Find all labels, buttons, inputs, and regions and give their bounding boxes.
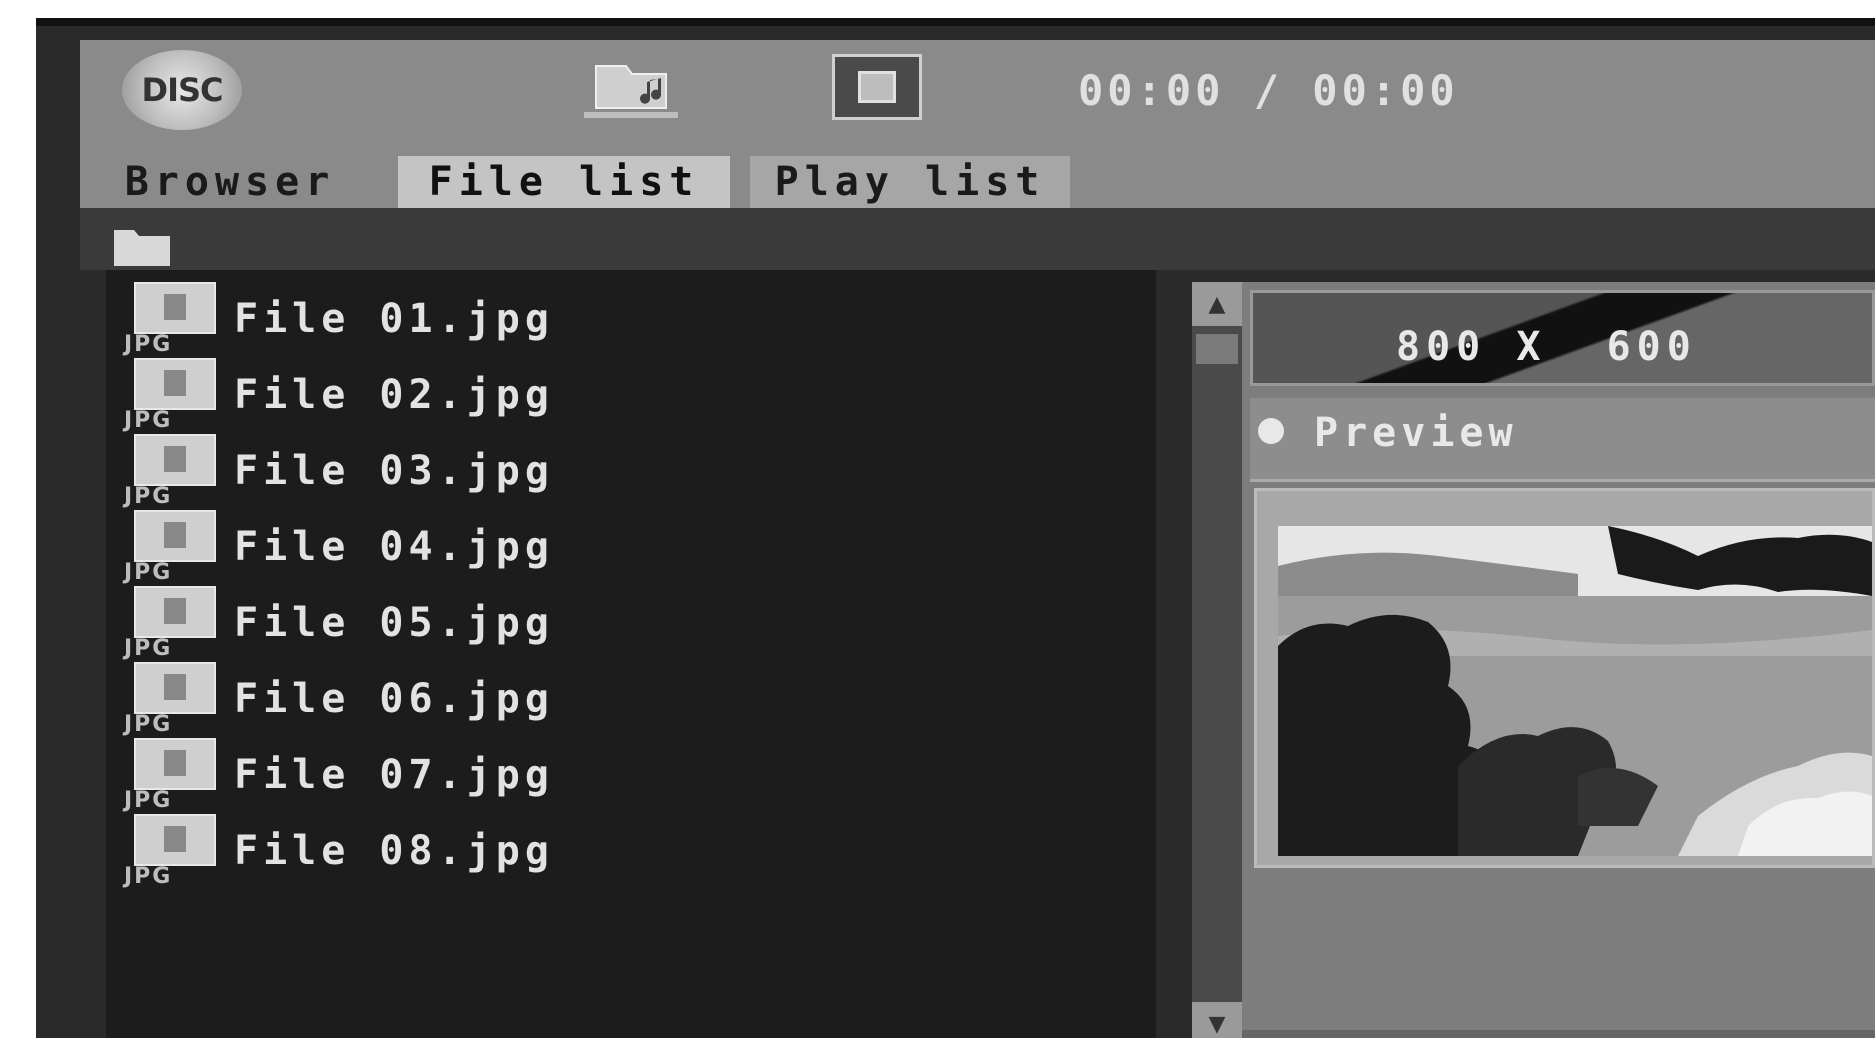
list-item[interactable]: JPG File 05.jpg — [124, 586, 1024, 662]
file-name: File 08.jpg — [234, 828, 554, 874]
disc-icon: DISC — [122, 50, 242, 130]
jpg-file-icon: JPG — [124, 586, 216, 662]
folder-icon — [114, 230, 170, 266]
list-item[interactable]: JPG File 08.jpg — [124, 814, 1024, 890]
list-item[interactable]: JPG File 02.jpg — [124, 358, 1024, 434]
preview-label: Preview — [1314, 410, 1518, 456]
jpg-file-icon: JPG — [124, 282, 216, 358]
file-type-label: JPG — [124, 408, 173, 433]
jpg-file-icon: JPG — [124, 814, 216, 890]
file-name: File 03.jpg — [234, 448, 554, 494]
tab-file-list[interactable]: File list — [398, 156, 730, 208]
player-screen: DISC 00:00 / 00:00 Browser File list Pla… — [36, 18, 1875, 1038]
file-name: File 02.jpg — [234, 372, 554, 418]
file-name: File 01.jpg — [234, 296, 554, 342]
preview-image — [1278, 526, 1872, 856]
scroll-down-arrow-icon[interactable]: ▼ — [1192, 1002, 1242, 1038]
list-item[interactable]: JPG File 07.jpg — [124, 738, 1024, 814]
jpg-file-icon: JPG — [124, 738, 216, 814]
resolution-readout: 800 X 600 — [1396, 324, 1697, 370]
list-item[interactable]: JPG File 06.jpg — [124, 662, 1024, 738]
file-type-label: JPG — [124, 636, 173, 661]
scrollbar[interactable]: ▲ ▼ — [1192, 282, 1242, 1038]
stop-icon — [858, 71, 896, 103]
top-bar — [80, 40, 1875, 170]
file-name: File 06.jpg — [234, 676, 554, 722]
jpg-file-icon: JPG — [124, 358, 216, 434]
path-bar — [80, 208, 1875, 270]
tab-bar: Browser File list Play list — [80, 152, 1875, 208]
scroll-thumb[interactable] — [1196, 334, 1238, 364]
file-name: File 05.jpg — [234, 600, 554, 646]
file-type-label: JPG — [124, 560, 173, 585]
stop-button[interactable] — [832, 54, 922, 120]
file-type-label: JPG — [124, 332, 173, 357]
file-type-label: JPG — [124, 712, 173, 737]
preview-bullet-icon — [1258, 418, 1284, 444]
file-type-label: JPG — [124, 484, 173, 509]
file-type-label: JPG — [124, 788, 173, 813]
time-readout: 00:00 / 00:00 — [1078, 66, 1459, 115]
jpg-file-icon: JPG — [124, 662, 216, 738]
list-item[interactable]: JPG File 03.jpg — [124, 434, 1024, 510]
scroll-up-arrow-icon[interactable]: ▲ — [1192, 282, 1242, 326]
jpg-file-icon: JPG — [124, 434, 216, 510]
file-name: File 07.jpg — [234, 752, 554, 798]
preview-panel-footer — [1242, 1030, 1875, 1038]
tab-browser[interactable]: Browser — [80, 156, 380, 208]
file-type-label: JPG — [124, 864, 173, 889]
file-name: File 04.jpg — [234, 524, 554, 570]
list-item[interactable]: JPG File 04.jpg — [124, 510, 1024, 586]
tab-play-list[interactable]: Play list — [750, 156, 1070, 208]
disc-label: DISC — [141, 71, 224, 109]
jpg-file-icon: JPG — [124, 510, 216, 586]
list-item[interactable]: JPG File 01.jpg — [124, 282, 1024, 358]
music-folder-icon[interactable] — [576, 56, 686, 126]
